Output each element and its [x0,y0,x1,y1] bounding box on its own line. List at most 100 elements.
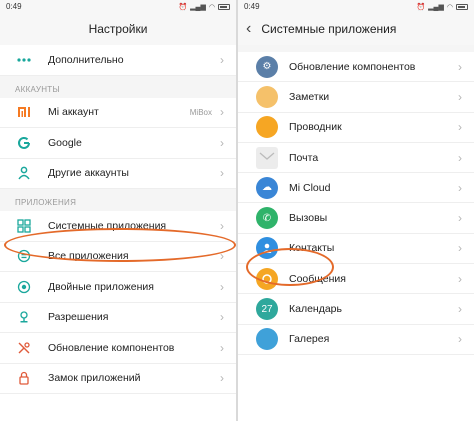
app-item-mail[interactable]: Почта › [238,142,474,174]
app-item-explorer[interactable]: Проводник › [238,112,474,143]
settings-item-label: Разрешения [48,311,109,324]
gallery-icon [256,328,278,351]
app-item-notes[interactable]: Заметки › [238,82,474,113]
settings-item-all-apps[interactable]: Все приложения › [0,241,236,272]
chevron-right-icon: › [458,332,462,347]
app-item-component-update[interactable]: ⚙ Обновление компонентов › [238,52,474,83]
app-item-label: Проводник [289,121,342,134]
app-item-label: Календарь [289,303,342,316]
settings-item-label: Google [48,136,82,149]
chevron-right-icon: › [220,135,224,150]
app-item-label: Контакты [289,242,335,255]
chevron-right-icon: › [458,89,462,104]
settings-item-label: Все приложения [48,250,129,263]
chevron-right-icon: › [458,271,462,286]
page-title: Настройки [88,22,148,36]
gear-icon: ⚙ [256,55,278,78]
app-item-label: Почта [289,151,319,164]
cloud-icon: ☁ [256,176,278,199]
page-header: ‹ Системные приложения [238,13,474,45]
chevron-right-icon: › [220,371,224,386]
app-item-label: Вызовы [289,212,328,225]
settings-item-app-lock[interactable]: Замок приложений › [0,363,236,394]
account-value: MiBox [189,107,212,117]
settings-item-permissions[interactable]: Разрешения › [0,302,236,333]
chevron-right-icon: › [220,166,224,181]
settings-item-label: Дополнительно [48,53,124,66]
settings-item-label: Mi аккаунт [48,106,99,119]
chevron-right-icon: › [220,218,224,233]
status-icons: ⏰ ▂▄▆ ◠ [416,3,468,11]
app-item-label: Обновление компонентов [289,60,416,73]
messages-icon [256,267,278,290]
chevron-right-icon: › [458,180,462,195]
chevron-right-icon: › [458,59,462,74]
mail-icon [256,146,278,169]
chevron-right-icon: › [220,105,224,120]
contacts-icon [256,237,278,260]
grid-icon [15,217,33,235]
status-icons: ⏰ ▂▄▆ ◠ [178,3,230,11]
chevron-right-icon: › [458,241,462,256]
chevron-right-icon: › [458,302,462,317]
app-item-label: Заметки [289,90,330,103]
app-item-messages[interactable]: Сообщения › [238,264,474,295]
alarm-icon: ⏰ [416,3,426,11]
section-header-apps: ПРИЛОЖЕНИЯ [0,189,236,211]
back-arrow-icon[interactable]: ‹ [246,21,251,37]
settings-item-mi-account[interactable]: Mi аккаунт MiBox › [0,97,236,128]
signal-icon: ▂▄▆ [428,3,444,11]
settings-item-other-accounts[interactable]: Другие аккаунты › [0,158,236,189]
chevron-right-icon: › [220,249,224,264]
app-item-label: Галерея [289,333,330,346]
signal-icon: ▂▄▆ [190,3,206,11]
settings-screen: 0:49 ⏰ ▂▄▆ ◠ Настройки Дополнительно › А… [0,0,236,421]
calendar-icon: 27 [256,298,278,321]
app-item-contacts[interactable]: Контакты › [238,233,474,265]
settings-item-google[interactable]: Google › [0,128,236,159]
section-header-accounts: АККАУНТЫ [0,75,236,98]
status-bar: 0:49 ⏰ ▂▄▆ ◠ [0,0,236,13]
chevron-right-icon: › [220,279,224,294]
app-item-label: Mi Cloud [289,181,331,194]
battery-icon [456,3,468,10]
folder-icon [256,116,278,139]
settings-item-label: Системные приложения [48,219,167,232]
shield-icon [15,308,33,326]
chevron-right-icon: › [220,340,224,355]
google-icon [15,134,33,152]
app-item-gallery[interactable]: Галерея › [238,324,474,355]
settings-item-component-update[interactable]: Обновление компонентов › [0,333,236,364]
page-header: Настройки [0,13,236,45]
status-time: 0:49 [6,2,22,11]
chevron-right-icon: › [458,150,462,165]
page-title: Системные приложения [261,22,397,36]
notes-icon [256,85,278,108]
settings-item-label: Другие аккаунты [48,167,129,180]
chevron-right-icon: › [458,120,462,135]
wifi-icon: ◠ [208,3,215,11]
chevron-right-icon: › [220,310,224,325]
settings-item-label: Двойные приложения [48,280,154,293]
app-item-mi-cloud[interactable]: ☁ Mi Cloud › [238,173,474,204]
chevron-right-icon: › [458,211,462,226]
status-time: 0:49 [244,2,260,11]
settings-item-label: Замок приложений [48,372,141,385]
wifi-icon: ◠ [446,3,453,11]
app-item-calendar[interactable]: 27 Календарь › [238,294,474,325]
alarm-icon: ⏰ [178,3,188,11]
update-icon [15,339,33,357]
dual-apps-icon [15,278,33,296]
settings-item-dual-apps[interactable]: Двойные приложения › [0,272,236,303]
settings-item-additional[interactable]: Дополнительно › [0,45,236,76]
system-apps-screen: 0:49 ⏰ ▂▄▆ ◠ ‹ Системные приложения ⚙ Об… [238,0,474,421]
settings-item-system-apps[interactable]: Системные приложения › [0,211,236,242]
mi-logo-icon [15,103,33,121]
more-dots-icon [15,51,33,69]
header-gap [238,45,474,52]
chevron-right-icon: › [220,52,224,67]
apps-circle-icon [15,247,33,265]
app-item-label: Сообщения [289,272,346,285]
app-item-calls[interactable]: ✆ Вызовы › [238,203,474,234]
settings-item-label: Обновление компонентов [48,341,175,354]
